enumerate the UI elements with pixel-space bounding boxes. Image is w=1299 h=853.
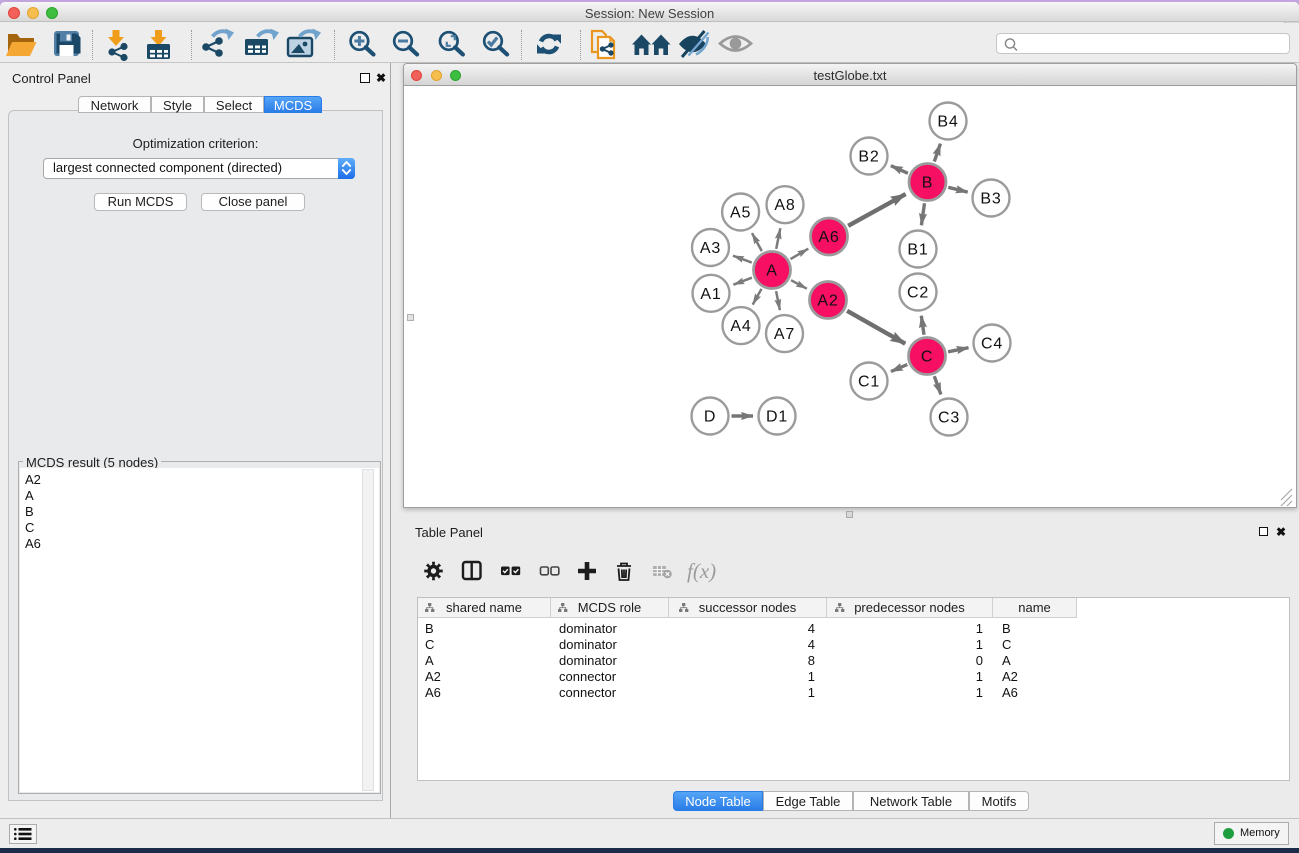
svg-text:A7: A7: [774, 326, 795, 343]
svg-text:B1: B1: [907, 242, 928, 259]
svg-text:D: D: [704, 409, 716, 426]
svg-text:A5: A5: [730, 205, 751, 222]
svg-text:A4: A4: [730, 318, 751, 335]
svg-text:C3: C3: [938, 410, 960, 427]
svg-text:A2: A2: [817, 293, 838, 310]
svg-text:D1: D1: [766, 409, 788, 426]
svg-text:B2: B2: [858, 149, 879, 166]
svg-text:A: A: [766, 263, 777, 280]
svg-text:A3: A3: [700, 240, 721, 257]
svg-text:B: B: [922, 175, 933, 192]
svg-text:f(x): f(x): [687, 559, 716, 583]
svg-text:A8: A8: [774, 197, 795, 214]
svg-text:C: C: [921, 349, 933, 366]
svg-text:B3: B3: [980, 191, 1001, 208]
svg-text:A1: A1: [700, 286, 721, 303]
svg-text:C4: C4: [981, 336, 1003, 353]
svg-text:C1: C1: [858, 374, 880, 391]
svg-text:B4: B4: [937, 114, 958, 131]
svg-text:A6: A6: [818, 229, 839, 246]
svg-text:C2: C2: [907, 285, 929, 302]
